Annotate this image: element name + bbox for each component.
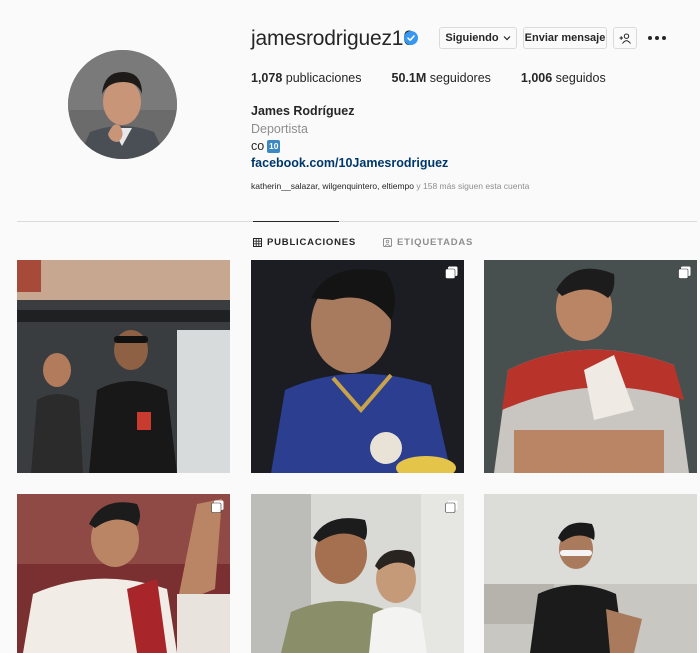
post-thumbnail[interactable] (251, 494, 464, 653)
post-thumbnail[interactable] (251, 260, 464, 473)
followers-count[interactable]: 50.1M seguidores (392, 71, 491, 85)
posts-count: 1,078 publicaciones (251, 71, 362, 85)
grid-icon (253, 238, 262, 247)
multiple-posts-icon (678, 266, 691, 279)
post-photo (17, 260, 230, 473)
post-photo (17, 494, 230, 653)
tag-icon (383, 238, 392, 247)
multiple-posts-icon (211, 500, 224, 513)
tab-tagged[interactable]: ETIQUETADAS (383, 237, 473, 248)
following-count[interactable]: 1,006 seguidos (521, 71, 606, 85)
keycap-ten-icon: 10 (267, 139, 281, 153)
tabs-divider (17, 221, 697, 222)
post-photo (251, 494, 464, 653)
profile-website-link[interactable]: facebook.com/10Jamesrodriguez (251, 156, 448, 170)
multiple-posts-icon (445, 500, 458, 513)
profile-bio: co 10 (251, 139, 281, 153)
send-message-label: Enviar mensaje (524, 32, 606, 44)
bio-text: co (251, 139, 265, 153)
profile-avatar[interactable] (68, 50, 177, 159)
tab-posts[interactable]: PUBLICACIONES (253, 237, 356, 248)
followed-by-text[interactable]: katherin__salazar, wilgenquintero, eltie… (251, 181, 529, 191)
following-button-label: Siguiendo (445, 32, 499, 44)
add-person-icon (619, 33, 631, 44)
tab-posts-label: PUBLICACIONES (267, 237, 357, 248)
suggested-accounts-button[interactable] (613, 27, 637, 49)
post-thumbnail[interactable] (17, 494, 230, 653)
post-photo (484, 494, 697, 653)
post-thumbnail[interactable] (484, 494, 697, 653)
tab-tagged-label: ETIQUETADAS (397, 237, 474, 248)
following-button[interactable]: Siguiendo (439, 27, 517, 49)
profile-full-name: James Rodríguez (251, 104, 355, 118)
post-thumbnail[interactable] (484, 260, 697, 473)
post-photo (484, 260, 697, 473)
ellipsis-icon[interactable] (648, 31, 668, 45)
chevron-down-icon (503, 36, 511, 41)
active-tab-indicator (253, 221, 339, 222)
send-message-button[interactable]: Enviar mensaje (523, 27, 607, 49)
multiple-posts-icon (445, 266, 458, 279)
post-photo (251, 260, 464, 473)
profile-stats: 1,078 publicaciones 50.1M seguidores 1,0… (251, 71, 606, 85)
post-thumbnail[interactable] (17, 260, 230, 473)
profile-username: jamesrodriguez10 (251, 27, 415, 50)
verified-badge-icon (404, 31, 418, 45)
profile-category: Deportista (251, 122, 308, 136)
